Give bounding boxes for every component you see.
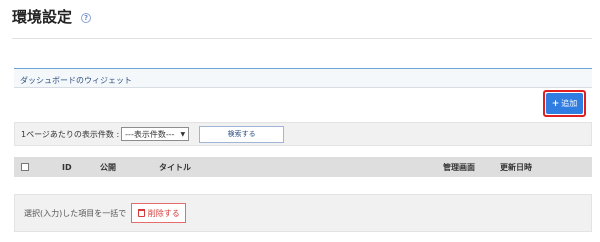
page-title-text: 環境設定 (12, 8, 73, 26)
delete-button-label: 削除する (147, 208, 180, 218)
filter-bar: 1ページあたりの表示件数 : ---表示件数--- ▼ 検索する (14, 122, 592, 146)
column-header-updated[interactable]: 更新日時 (500, 157, 532, 177)
per-page-value: ---表示件数--- (125, 129, 175, 139)
chevron-down-icon: ▼ (180, 130, 186, 138)
per-page-label: 1ページあたりの表示件数 : (21, 129, 120, 139)
add-button-label: 追加 (561, 99, 578, 108)
column-header-id[interactable]: ID (62, 157, 72, 177)
section-title: ダッシュボードのウィジェット (20, 76, 132, 85)
select-all-cell (21, 157, 29, 177)
column-header-admin[interactable]: 管理画面 (443, 157, 475, 177)
add-button[interactable]: + 追加 (546, 93, 583, 114)
trash-icon (137, 209, 145, 217)
bulk-action-label: 選択(入力)した項目を一括で (24, 208, 127, 218)
plus-icon: + (551, 98, 560, 109)
divider (12, 38, 592, 39)
search-button-label: 検索する (227, 130, 256, 138)
table-header: ID 公開 タイトル 管理画面 更新日時 (14, 157, 592, 177)
select-all-checkbox[interactable] (21, 163, 29, 171)
per-page-select[interactable]: ---表示件数--- ▼ (121, 127, 190, 141)
column-header-public[interactable]: 公開 (100, 157, 116, 177)
column-header-title[interactable]: タイトル (159, 157, 191, 177)
page-title: 環境設定 ? (12, 6, 92, 27)
delete-button[interactable]: 削除する (131, 203, 187, 223)
section-header: ダッシュボードのウィジェット (14, 68, 592, 88)
help-icon[interactable]: ? (81, 13, 92, 23)
bulk-action-bar: 選択(入力)した項目を一括で 削除する (14, 194, 592, 232)
search-button[interactable]: 検索する (199, 125, 285, 143)
